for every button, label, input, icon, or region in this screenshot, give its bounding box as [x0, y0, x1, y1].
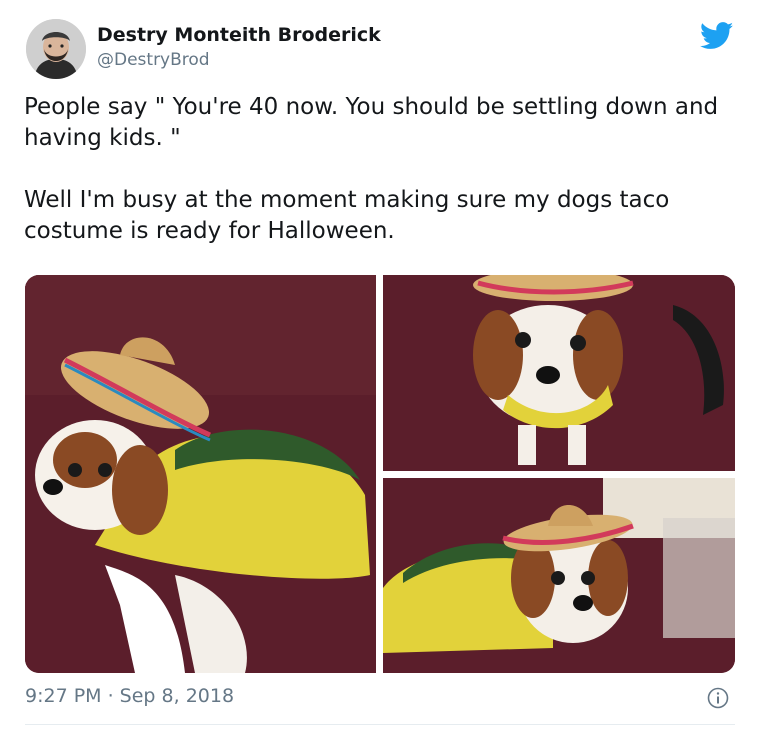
tweet-text: People say " You're 40 now. You should b…	[24, 94, 719, 244]
media-grid	[25, 275, 735, 673]
avatar-image	[26, 19, 86, 79]
photo-dog-side[interactable]	[383, 478, 735, 673]
author-handle[interactable]: @DestryBrod	[97, 50, 210, 70]
divider	[25, 724, 735, 725]
author-name[interactable]: Destry Monteith Broderick	[97, 24, 381, 46]
tweet-timestamp[interactable]: 9:27 PM · Sep 8, 2018	[25, 685, 234, 707]
author-avatar[interactable]	[26, 19, 86, 79]
dog-photo-image	[383, 478, 735, 673]
photo-dog-front[interactable]	[383, 275, 735, 471]
photo-dog-taco-left[interactable]	[25, 275, 376, 673]
twitter-bird-icon[interactable]	[700, 22, 734, 50]
info-icon[interactable]	[707, 687, 729, 709]
dog-photo-image	[383, 275, 735, 471]
dog-photo-image	[25, 275, 376, 673]
tweet-card: Destry Monteith Broderick @DestryBrod Pe…	[0, 0, 758, 733]
